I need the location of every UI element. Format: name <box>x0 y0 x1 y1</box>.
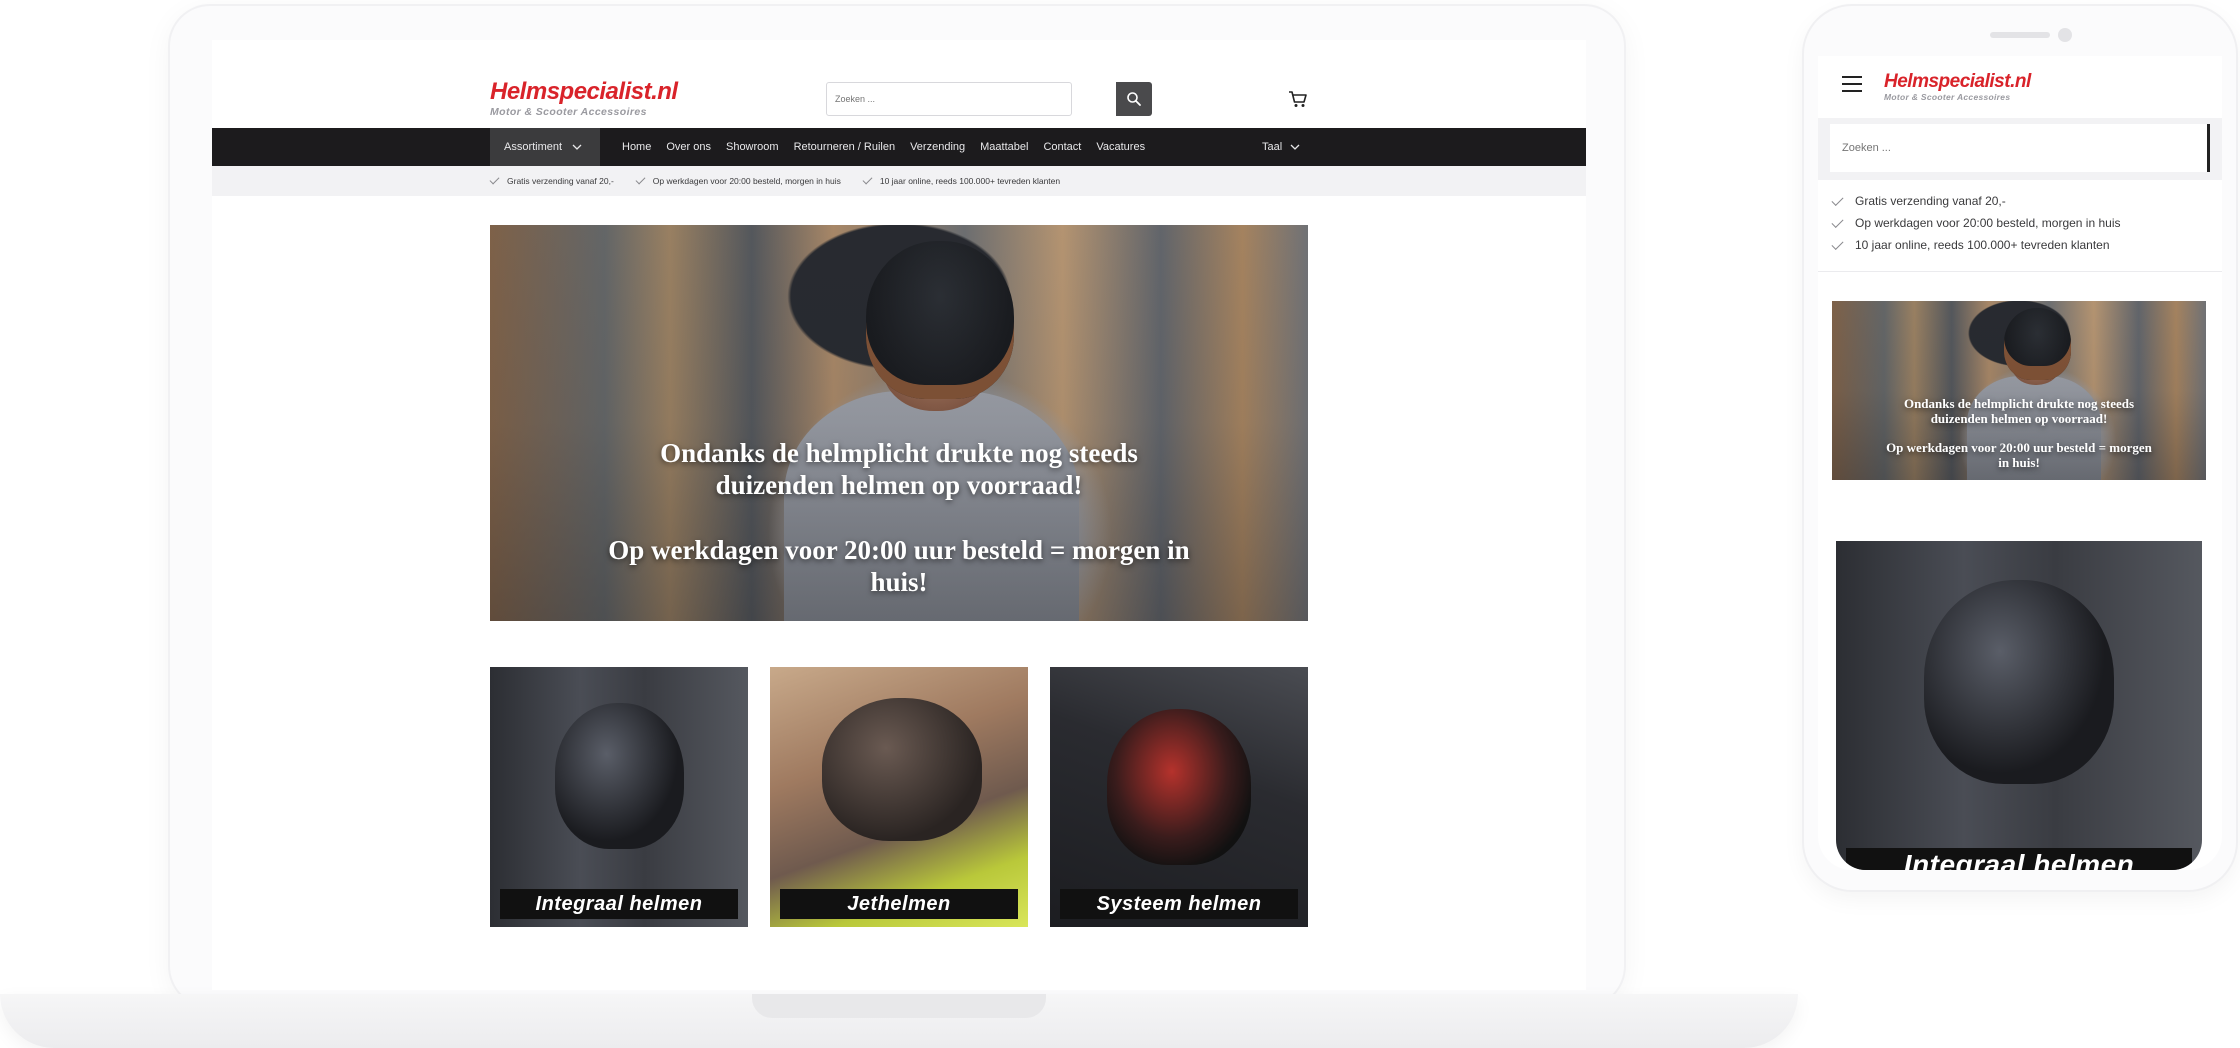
nav-link-contact[interactable]: Contact <box>1043 141 1081 153</box>
category-label: Integraal helmen <box>1846 848 2192 870</box>
nav-link-over-ons[interactable]: Over ons <box>666 141 711 153</box>
helmet-image <box>821 698 982 842</box>
nav-assortiment[interactable]: Assortiment <box>490 128 600 166</box>
nav-link-home[interactable]: Home <box>622 141 651 153</box>
category-label: Jethelmen <box>780 889 1018 919</box>
usp-item: 10 jaar online, reeds 100.000+ tevreden … <box>1831 237 2121 252</box>
hero-line-2: Op werkdagen voor 20:00 uur besteld = mo… <box>608 534 1190 598</box>
site-logo[interactable]: Helmspecialist.nl Motor & Scooter Access… <box>490 78 678 122</box>
nav-link-retourneren[interactable]: Retourneren / Ruilen <box>794 141 896 153</box>
usp-item: Op werkdagen voor 20:00 besteld, morgen … <box>1831 215 2121 230</box>
mobile-usp-list: Gratis verzending vanaf 20,- Op werkdage… <box>1831 193 2121 252</box>
usp-item: Gratis verzending vanaf 20,- <box>489 174 614 186</box>
search-icon <box>1127 92 1141 106</box>
hero-line-1: Ondanks de helmplicht drukte nog steeds … <box>660 438 1138 501</box>
hero-line-2: Op werkdagen voor 20:00 uur besteld = mo… <box>1886 439 2152 470</box>
check-icon <box>489 174 500 185</box>
divider <box>1818 271 2222 272</box>
nav-link-showroom[interactable]: Showroom <box>726 141 779 153</box>
language-selector[interactable]: Taal <box>1262 128 1300 166</box>
hero-text: Ondanks de helmplicht drukte nog steeds … <box>490 437 1308 599</box>
chevron-down-icon <box>572 144 582 150</box>
usp-list: Gratis verzending vanaf 20,- Op werkdage… <box>489 166 1061 196</box>
mobile-search-input[interactable] <box>1830 124 2207 172</box>
mobile-search-box <box>1830 124 2210 172</box>
usp-item: Op werkdagen voor 20:00 besteld, morgen … <box>635 174 841 186</box>
category-label: Systeem helmen <box>1060 889 1298 919</box>
check-icon <box>1831 193 1844 206</box>
language-label: Taal <box>1262 141 1283 153</box>
nav-assortiment-label: Assortiment <box>504 141 563 153</box>
chevron-down-icon <box>1290 144 1300 150</box>
usp-text: Op werkdagen voor 20:00 besteld, morgen … <box>652 176 841 186</box>
phone-speaker <box>1990 32 2050 38</box>
cart-button[interactable] <box>1288 90 1308 108</box>
category-tile-systeem[interactable]: Systeem helmen <box>1050 667 1308 927</box>
check-icon <box>1831 215 1844 228</box>
usp-item: Gratis verzending vanaf 20,- <box>1831 193 2121 208</box>
helmet-image <box>1923 580 2115 785</box>
check-icon <box>1831 237 1844 250</box>
phone-camera <box>2058 28 2072 42</box>
category-label: Integraal helmen <box>500 889 738 919</box>
usp-text: Gratis verzending vanaf 20,- <box>1855 194 2006 208</box>
category-tile-jethelmen[interactable]: Jethelmen <box>770 667 1028 927</box>
mobile-hero-banner[interactable]: Ondanks de helmplicht drukte nog steeds … <box>1832 301 2206 480</box>
mobile-category-tile-integraal[interactable]: Integraal helmen <box>1836 541 2202 870</box>
usp-item: 10 jaar online, reeds 100.000+ tevreden … <box>862 174 1061 186</box>
nav-link-maattabel[interactable]: Maattabel <box>980 141 1028 153</box>
mockup-stage: Helmspecialist.nl Motor & Scooter Access… <box>0 0 2240 1048</box>
helmet-image <box>554 703 684 849</box>
check-icon <box>862 174 873 185</box>
search-box <box>826 82 1072 116</box>
usp-text: 10 jaar online, reeds 100.000+ tevreden … <box>1855 238 2110 252</box>
logo-tagline: Motor & Scooter Accessoires <box>490 106 647 118</box>
cart-icon <box>1289 91 1307 107</box>
logo-wordmark: Helmspecialist.nl <box>1884 71 2031 92</box>
hamburger-icon[interactable] <box>1842 76 1862 92</box>
search-button[interactable] <box>1116 82 1152 116</box>
logo-wordmark: Helmspecialist.nl <box>490 78 678 105</box>
nav-link-vacatures[interactable]: Vacatures <box>1096 141 1145 153</box>
nav-links: Home Over ons Showroom Retourneren / Rui… <box>622 128 1145 166</box>
hero-text: Ondanks de helmplicht drukte nog steeds … <box>1832 396 2206 471</box>
mobile-screen: Helmspecialist.nl Motor & Scooter Access… <box>1818 56 2222 870</box>
laptop-notch <box>752 994 1046 1018</box>
helmet-image <box>1106 708 1252 865</box>
hero-line-1: Ondanks de helmplicht drukte nog steeds … <box>1903 396 2135 426</box>
usp-text: 10 jaar online, reeds 100.000+ tevreden … <box>879 176 1061 186</box>
logo-tagline: Motor & Scooter Accessoires <box>1884 92 2011 102</box>
mobile-logo[interactable]: Helmspecialist.nl Motor & Scooter Access… <box>1884 72 2031 102</box>
usp-text: Op werkdagen voor 20:00 besteld, morgen … <box>1855 216 2121 230</box>
nav-link-verzending[interactable]: Verzending <box>910 141 965 153</box>
hero-banner[interactable]: Ondanks de helmplicht drukte nog steeds … <box>490 225 1308 621</box>
check-icon <box>635 174 646 185</box>
usp-text: Gratis verzending vanaf 20,- <box>507 176 614 186</box>
desktop-screen: Helmspecialist.nl Motor & Scooter Access… <box>212 40 1586 990</box>
category-tile-integraal[interactable]: Integraal helmen <box>490 667 748 927</box>
search-input[interactable] <box>827 83 1071 115</box>
